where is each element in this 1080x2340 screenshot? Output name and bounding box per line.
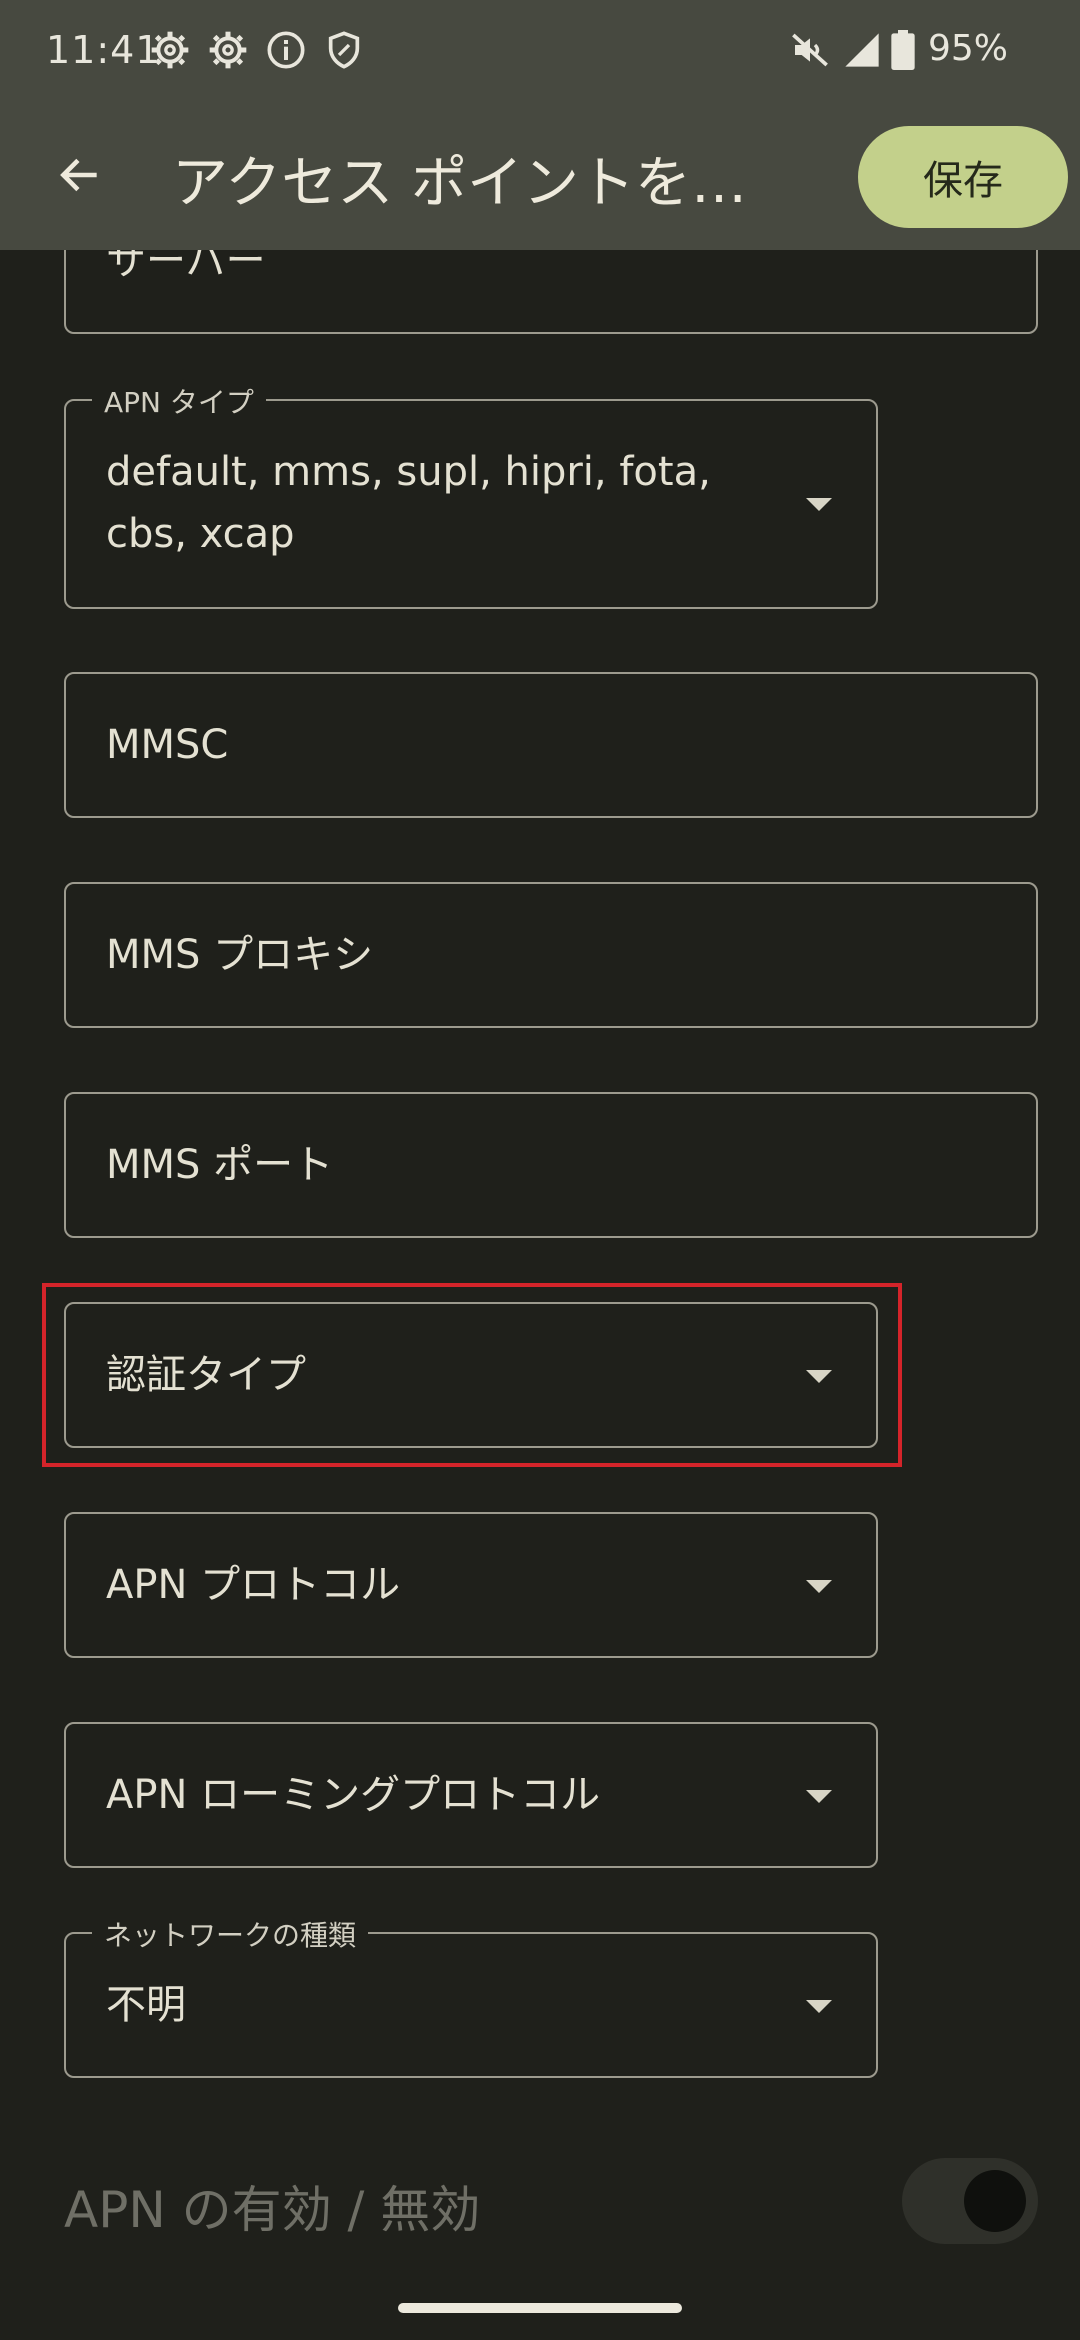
back-button[interactable] xyxy=(40,135,120,215)
apn-roaming-protocol-text: APN ローミングプロトコル xyxy=(106,1772,601,1818)
apn-roaming-protocol-dropdown[interactable]: APN ローミングプロトコル xyxy=(64,1722,878,1868)
chevron-down-icon xyxy=(806,1790,832,1803)
chevron-down-icon xyxy=(806,498,832,511)
battery-icon xyxy=(891,30,915,70)
status-bar: 11:41 95% xyxy=(0,0,1080,100)
save-button[interactable]: 保存 xyxy=(858,126,1068,228)
page-title: アクセス ポイントを… xyxy=(172,151,748,216)
mms-port-field-text: MMS ポート xyxy=(106,1142,334,1188)
mute-icon xyxy=(792,33,828,67)
chevron-down-icon xyxy=(806,2000,832,2013)
highlight-box xyxy=(42,1283,902,1467)
mms-port-field[interactable]: MMS ポート xyxy=(64,1092,1038,1238)
network-type-dropdown[interactable]: ネットワークの種類 不明 xyxy=(64,1914,878,2078)
battery-percentage: 95% xyxy=(928,28,1009,69)
arrow-left-icon xyxy=(60,158,97,192)
apn-type-label: APN タイプ xyxy=(92,381,266,421)
network-type-label: ネットワークの種類 xyxy=(92,1914,369,1954)
mms-proxy-field[interactable]: MMS プロキシ xyxy=(64,882,1038,1028)
apn-enable-label: APN の有効 / 無効 xyxy=(64,2181,481,2239)
signal-icon xyxy=(845,33,879,67)
server-field-text: サーバー xyxy=(106,250,266,284)
mms-proxy-field-text: MMS プロキシ xyxy=(106,932,374,978)
apn-protocol-dropdown[interactable]: APN プロトコル xyxy=(64,1512,878,1658)
gear-icon xyxy=(209,31,247,69)
toggle-knob xyxy=(964,2170,1026,2232)
app-bar: アクセス ポイントを… 保存 xyxy=(0,100,1080,250)
network-type-value: 不明 xyxy=(106,1982,186,2028)
mmsc-field[interactable]: MMSC xyxy=(64,672,1038,818)
mmsc-field-text: MMSC xyxy=(106,722,229,768)
apn-protocol-text: APN プロトコル xyxy=(106,1562,401,1608)
chevron-down-icon xyxy=(806,1580,832,1593)
shield-icon xyxy=(328,31,360,69)
apn-enable-toggle[interactable] xyxy=(902,2158,1038,2244)
apn-type-value-line2: cbs, xcap xyxy=(106,511,295,557)
gear-icon xyxy=(151,31,189,69)
info-icon xyxy=(267,31,305,69)
server-field[interactable]: サーバー xyxy=(64,250,1038,334)
gesture-nav-handle[interactable] xyxy=(398,2303,682,2313)
status-time: 11:41 xyxy=(46,28,161,72)
apn-type-dropdown[interactable]: APN タイプ default, mms, supl, hipri, fota,… xyxy=(64,381,878,609)
apn-type-value-line1: default, mms, supl, hipri, fota, xyxy=(106,449,711,495)
